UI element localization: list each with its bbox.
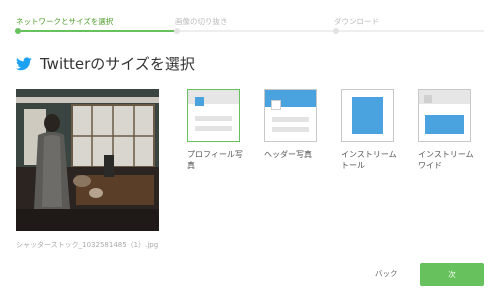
- title-row: Twitterのサイズを選択: [16, 53, 195, 74]
- option-profile-photo-label: プロフィール写 真: [187, 150, 243, 170]
- image-filename: シャッターストック_1032581485（1）.jpg: [16, 241, 159, 249]
- step-dot-2: [174, 28, 180, 34]
- option-instream-tall[interactable]: インストリーム トール: [341, 89, 397, 171]
- instream-tall-thumbnail: [341, 89, 394, 142]
- step-dot-3: [333, 28, 339, 34]
- step-dot-1: [15, 28, 21, 34]
- back-button[interactable]: バック: [375, 268, 398, 279]
- page-title: Twitterのサイズを選択: [40, 55, 195, 73]
- step-download[interactable]: ダウンロード: [334, 16, 379, 27]
- photo-illustration: [16, 89, 159, 231]
- instream-wide-thumbnail: [418, 89, 471, 142]
- option-profile-photo[interactable]: プロフィール写 真: [187, 89, 243, 171]
- header-photo-thumbnail: [264, 89, 317, 142]
- twitter-bird-icon: [16, 56, 32, 70]
- option-header-photo[interactable]: ヘッダー写真: [264, 89, 317, 160]
- option-instream-tall-label: インストリーム トール: [341, 150, 397, 170]
- option-header-photo-label: ヘッダー写真: [264, 150, 312, 159]
- step-track-fill: [16, 30, 176, 32]
- step-network-size[interactable]: ネットワークとサイズを選択: [16, 16, 113, 27]
- option-instream-wide-label: インストリーム ワイド: [418, 150, 474, 170]
- uploaded-image: [16, 89, 159, 231]
- step-track: [16, 30, 484, 32]
- step-crop[interactable]: 画像の切り抜き: [175, 16, 228, 27]
- option-instream-wide[interactable]: インストリーム ワイド: [418, 89, 474, 171]
- next-button[interactable]: 次: [420, 263, 484, 286]
- profile-photo-thumbnail: [187, 89, 240, 142]
